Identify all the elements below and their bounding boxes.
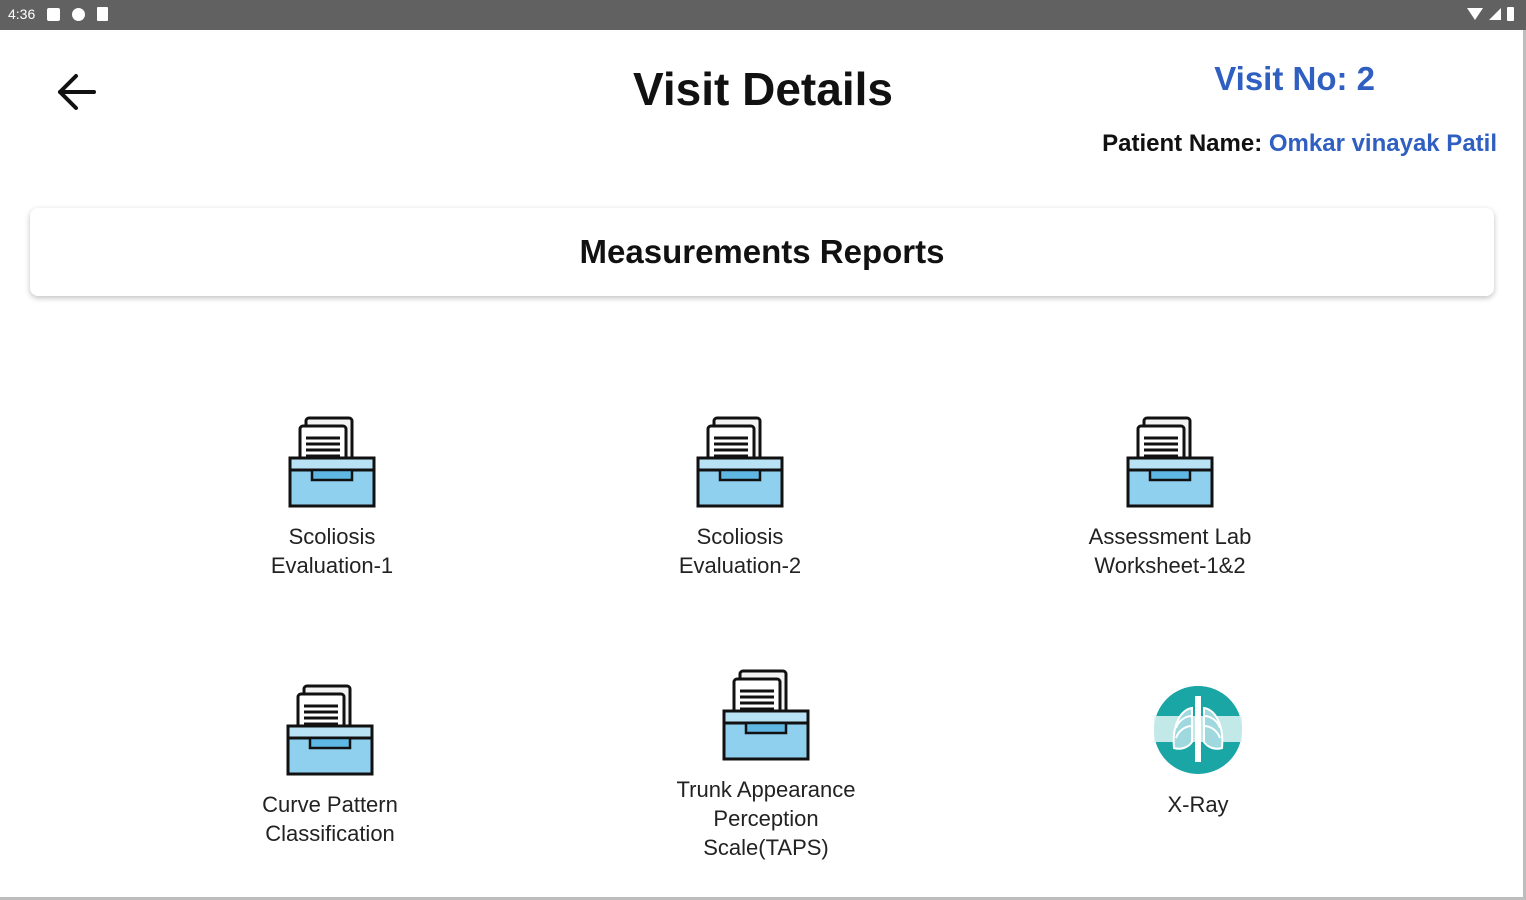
file-cabinet-icon [696, 416, 784, 508]
patient-name-value: Omkar vinayak Patil [1268, 130, 1497, 157]
app-screen: 4:36 Visit Details Visit No: 2 Patient N… [0, 0, 1526, 900]
xray-chest-icon [1154, 686, 1242, 774]
status-left: 4:36 [8, 6, 109, 22]
tile-x-ray[interactable]: X-Ray [1068, 682, 1328, 819]
measurements-reports-card: Measurements Reports [30, 208, 1494, 296]
wifi-icon [1467, 8, 1483, 20]
status-time: 4:36 [8, 6, 36, 22]
file-cabinet-icon [722, 669, 810, 761]
tile-label: Trunk Appearance Perception Scale(TAPS) [676, 777, 856, 860]
tile-label: Assessment Lab Worksheet-1&2 [1088, 524, 1252, 578]
tile-label: X-Ray [1167, 792, 1229, 817]
back-button[interactable] [52, 66, 104, 118]
tile-scoliosis-evaluation-2[interactable]: Scoliosis Evaluation-2 [610, 414, 870, 580]
tile-scoliosis-evaluation-1[interactable]: Scoliosis Evaluation-1 [202, 414, 462, 580]
patient-name-line: Patient Name: Omkar vinayak Patil [1102, 130, 1497, 158]
tile-curve-pattern-classification[interactable]: Curve Pattern Classification [200, 682, 460, 848]
arrow-left-icon [58, 74, 96, 110]
file-cabinet-icon [1126, 416, 1214, 508]
visit-number: Visit No: 2 [1214, 60, 1375, 97]
sync-icon [72, 7, 86, 21]
tile-label: Scoliosis Evaluation-2 [678, 524, 802, 578]
file-cabinet-icon [288, 416, 376, 508]
section-title: Measurements Reports [579, 233, 945, 270]
status-right [1467, 7, 1514, 21]
tile-label: Scoliosis Evaluation-1 [270, 524, 394, 578]
tile-label: Curve Pattern Classification [262, 792, 398, 846]
tile-trunk-appearance-perception-scale[interactable]: Trunk Appearance Perception Scale(TAPS) [636, 667, 896, 862]
patient-name-label: Patient Name: [1102, 130, 1263, 157]
status-bar: 4:36 [0, 0, 1526, 30]
notification-icon [47, 7, 61, 21]
signal-icon [1489, 8, 1501, 20]
file-cabinet-icon [286, 684, 374, 776]
tile-assessment-lab-worksheet[interactable]: Assessment Lab Worksheet-1&2 [1040, 414, 1300, 580]
sd-card-icon [97, 7, 109, 21]
battery-icon [1507, 7, 1514, 21]
